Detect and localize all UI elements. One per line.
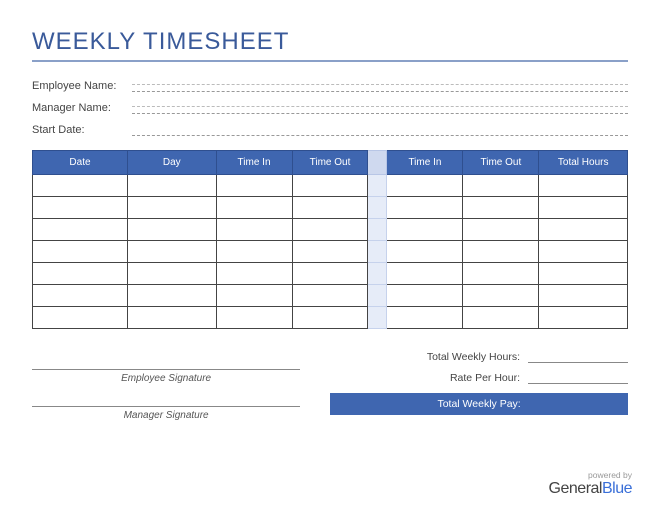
cell-out1[interactable] xyxy=(292,219,368,241)
cell-in1[interactable] xyxy=(216,241,292,263)
cell-day[interactable] xyxy=(127,241,216,263)
cell-in2[interactable] xyxy=(387,285,463,307)
cell-out2[interactable] xyxy=(463,241,539,263)
cell-out1[interactable] xyxy=(292,175,368,197)
table-row xyxy=(33,285,628,307)
cell-gap xyxy=(368,241,387,263)
cell-total[interactable] xyxy=(539,241,628,263)
total-weekly-hours-field[interactable] xyxy=(528,351,628,363)
cell-in1[interactable] xyxy=(216,285,292,307)
table-row xyxy=(33,219,628,241)
cell-date[interactable] xyxy=(33,219,128,241)
cell-day[interactable] xyxy=(127,307,216,329)
powered-by-label: powered by xyxy=(549,470,632,480)
cell-day[interactable] xyxy=(127,175,216,197)
table-header-row: Date Day Time In Time Out Time In Time O… xyxy=(33,151,628,175)
cell-in2[interactable] xyxy=(387,197,463,219)
cell-gap xyxy=(368,219,387,241)
col-date: Date xyxy=(33,151,128,175)
manager-name-label: Manager Name: xyxy=(32,102,132,114)
rate-per-hour-label: Rate Per Hour: xyxy=(450,372,520,384)
cell-in2[interactable] xyxy=(387,219,463,241)
cell-day[interactable] xyxy=(127,285,216,307)
col-gap xyxy=(368,151,387,175)
cell-day[interactable] xyxy=(127,197,216,219)
cell-out2[interactable] xyxy=(463,175,539,197)
cell-date[interactable] xyxy=(33,285,128,307)
start-date-field[interactable] xyxy=(132,124,628,136)
cell-out2[interactable] xyxy=(463,263,539,285)
table-row xyxy=(33,175,628,197)
cell-out1[interactable] xyxy=(292,285,368,307)
cell-total[interactable] xyxy=(539,285,628,307)
cell-date[interactable] xyxy=(33,241,128,263)
col-total-hours: Total Hours xyxy=(539,151,628,175)
table-row xyxy=(33,197,628,219)
cell-date[interactable] xyxy=(33,175,128,197)
cell-in1[interactable] xyxy=(216,197,292,219)
cell-gap xyxy=(368,307,387,329)
cell-date[interactable] xyxy=(33,307,128,329)
cell-out2[interactable] xyxy=(463,307,539,329)
rate-per-hour-row: Rate Per Hour: xyxy=(330,372,628,384)
cell-in1[interactable] xyxy=(216,263,292,285)
employee-name-row: Employee Name: xyxy=(32,80,628,92)
manager-name-field[interactable] xyxy=(132,102,628,114)
total-weekly-pay-bar: Total Weekly Pay: xyxy=(330,393,628,415)
cell-gap xyxy=(368,175,387,197)
cell-gap xyxy=(368,285,387,307)
manager-signature-line[interactable]: Manager Signature xyxy=(32,406,300,421)
employee-name-field[interactable] xyxy=(132,80,628,92)
brand-part-b: Blue xyxy=(602,480,632,497)
cell-day[interactable] xyxy=(127,219,216,241)
cell-total[interactable] xyxy=(539,307,628,329)
col-time-in-2: Time In xyxy=(387,151,463,175)
cell-out2[interactable] xyxy=(463,197,539,219)
cell-out1[interactable] xyxy=(292,197,368,219)
cell-total[interactable] xyxy=(539,197,628,219)
cell-in1[interactable] xyxy=(216,307,292,329)
brand-logo: GeneralBlue xyxy=(549,480,632,498)
total-weekly-hours-row: Total Weekly Hours: xyxy=(330,351,628,363)
cell-total[interactable] xyxy=(539,219,628,241)
footer: powered by GeneralBlue xyxy=(549,470,632,498)
col-time-out-1: Time Out xyxy=(292,151,368,175)
cell-in1[interactable] xyxy=(216,219,292,241)
cell-date[interactable] xyxy=(33,263,128,285)
cell-gap xyxy=(368,197,387,219)
start-date-row: Start Date: xyxy=(32,124,628,136)
col-time-out-2: Time Out xyxy=(463,151,539,175)
cell-in2[interactable] xyxy=(387,307,463,329)
cell-in2[interactable] xyxy=(387,263,463,285)
total-weekly-hours-label: Total Weekly Hours: xyxy=(427,351,520,363)
timesheet-table: Date Day Time In Time Out Time In Time O… xyxy=(32,150,628,329)
table-row xyxy=(33,263,628,285)
page-title: WEEKLY TIMESHEET xyxy=(32,28,628,56)
cell-in2[interactable] xyxy=(387,241,463,263)
cell-out1[interactable] xyxy=(292,263,368,285)
start-date-label: Start Date: xyxy=(32,124,132,136)
cell-in2[interactable] xyxy=(387,175,463,197)
cell-out1[interactable] xyxy=(292,307,368,329)
employee-name-label: Employee Name: xyxy=(32,80,132,92)
cell-out2[interactable] xyxy=(463,219,539,241)
cell-out2[interactable] xyxy=(463,285,539,307)
manager-name-row: Manager Name: xyxy=(32,102,628,114)
rate-per-hour-field[interactable] xyxy=(528,372,628,384)
cell-in1[interactable] xyxy=(216,175,292,197)
brand-part-a: General xyxy=(549,480,602,497)
title-rule xyxy=(32,60,628,62)
cell-total[interactable] xyxy=(539,263,628,285)
cell-date[interactable] xyxy=(33,197,128,219)
table-row xyxy=(33,241,628,263)
table-row xyxy=(33,307,628,329)
cell-out1[interactable] xyxy=(292,241,368,263)
cell-gap xyxy=(368,263,387,285)
cell-day[interactable] xyxy=(127,263,216,285)
col-day: Day xyxy=(127,151,216,175)
cell-total[interactable] xyxy=(539,175,628,197)
col-time-in-1: Time In xyxy=(216,151,292,175)
employee-signature-line[interactable]: Employee Signature xyxy=(32,369,300,384)
